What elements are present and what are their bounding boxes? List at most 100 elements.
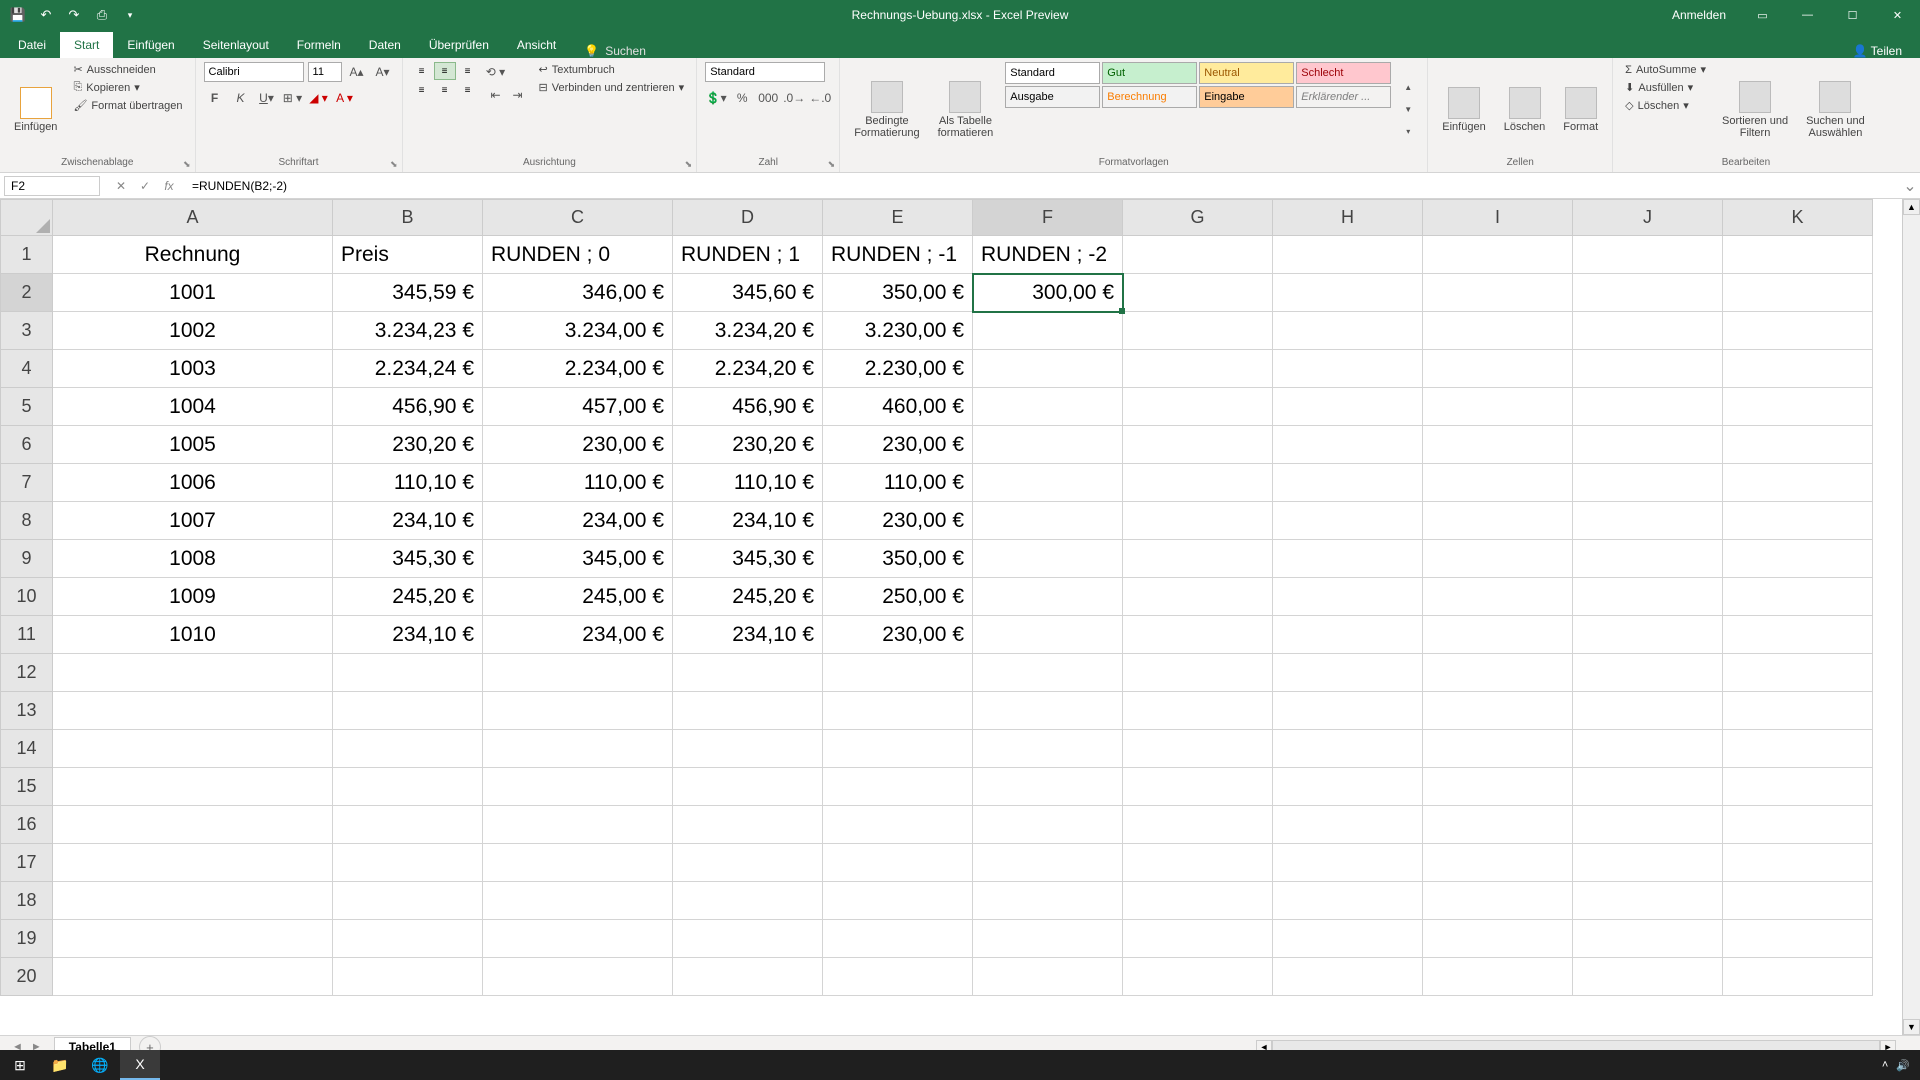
file-explorer-icon[interactable]: 📁 <box>40 1050 80 1080</box>
cell[interactable]: 350,00 € <box>823 540 973 578</box>
cell[interactable]: 230,00 € <box>483 426 673 464</box>
cell[interactable] <box>1723 502 1873 540</box>
cell[interactable] <box>1423 540 1573 578</box>
cell[interactable] <box>973 502 1123 540</box>
cell[interactable] <box>1723 768 1873 806</box>
cell[interactable] <box>1573 426 1723 464</box>
cell[interactable] <box>1273 844 1423 882</box>
cell[interactable] <box>673 844 823 882</box>
row-header[interactable]: 7 <box>1 464 53 502</box>
cell[interactable]: 1005 <box>53 426 333 464</box>
conditional-format-button[interactable]: Bedingte Formatierung <box>848 62 925 157</box>
cell[interactable]: 234,10 € <box>333 502 483 540</box>
orientation-button[interactable]: ⟲ ▾ <box>485 62 507 82</box>
cell[interactable] <box>1723 540 1873 578</box>
format-painter-button[interactable]: 🖌Format übertragen <box>69 98 186 113</box>
cell[interactable] <box>1123 768 1273 806</box>
cell[interactable] <box>823 958 973 996</box>
cell[interactable] <box>823 920 973 958</box>
select-all-corner[interactable] <box>1 200 53 236</box>
cell[interactable]: 1004 <box>53 388 333 426</box>
cell[interactable] <box>1273 730 1423 768</box>
cell[interactable] <box>1723 806 1873 844</box>
cell[interactable] <box>1573 464 1723 502</box>
cell[interactable] <box>1123 274 1273 312</box>
cell[interactable] <box>1723 616 1873 654</box>
cell[interactable]: 234,00 € <box>483 616 673 654</box>
decrease-decimal-button[interactable]: ←.0 <box>809 88 831 108</box>
cell[interactable] <box>1423 616 1573 654</box>
cell[interactable] <box>823 654 973 692</box>
style-eingabe[interactable]: Eingabe <box>1199 86 1294 108</box>
column-header[interactable]: B <box>333 200 483 236</box>
cell[interactable]: 457,00 € <box>483 388 673 426</box>
increase-decimal-button[interactable]: .0→ <box>783 88 805 108</box>
tab-formulas[interactable]: Formeln <box>283 32 355 58</box>
cell[interactable]: 1001 <box>53 274 333 312</box>
cell[interactable] <box>973 540 1123 578</box>
styles-more-up-icon[interactable]: ▲ <box>1397 78 1419 98</box>
cell[interactable]: 1009 <box>53 578 333 616</box>
cell[interactable] <box>1573 312 1723 350</box>
clipboard-launcher-icon[interactable]: ⬊ <box>183 159 191 170</box>
cell[interactable] <box>1423 920 1573 958</box>
cell[interactable]: 346,00 € <box>483 274 673 312</box>
row-header[interactable]: 3 <box>1 312 53 350</box>
column-header[interactable]: A <box>53 200 333 236</box>
cell[interactable]: 234,10 € <box>673 502 823 540</box>
row-header[interactable]: 14 <box>1 730 53 768</box>
cell[interactable] <box>1273 464 1423 502</box>
cell[interactable]: 245,20 € <box>333 578 483 616</box>
tab-layout[interactable]: Seitenlayout <box>189 32 283 58</box>
format-table-button[interactable]: Als Tabelle formatieren <box>932 62 1000 157</box>
cell[interactable]: 230,00 € <box>823 616 973 654</box>
cell[interactable] <box>1123 692 1273 730</box>
cell[interactable] <box>1123 920 1273 958</box>
number-launcher-icon[interactable]: ⬊ <box>828 159 836 170</box>
cell[interactable] <box>1423 426 1573 464</box>
cell[interactable] <box>1423 274 1573 312</box>
comma-button[interactable]: 000 <box>757 88 779 108</box>
align-middle-button[interactable]: ≡ <box>434 62 456 80</box>
percent-button[interactable]: % <box>731 88 753 108</box>
cell[interactable] <box>483 806 673 844</box>
formula-input[interactable] <box>186 177 1900 195</box>
cell[interactable] <box>1723 388 1873 426</box>
insert-cells-button[interactable]: Einfügen <box>1436 62 1491 157</box>
style-gut[interactable]: Gut <box>1102 62 1197 84</box>
cell[interactable] <box>333 958 483 996</box>
column-header[interactable]: J <box>1573 200 1723 236</box>
row-header[interactable]: 6 <box>1 426 53 464</box>
cell[interactable] <box>1123 350 1273 388</box>
cell[interactable] <box>333 882 483 920</box>
tab-file[interactable]: Datei <box>4 32 60 58</box>
cell[interactable] <box>333 806 483 844</box>
cell[interactable] <box>1423 236 1573 274</box>
cell[interactable] <box>483 654 673 692</box>
cell[interactable] <box>1423 464 1573 502</box>
row-header[interactable]: 19 <box>1 920 53 958</box>
cell[interactable]: 110,10 € <box>333 464 483 502</box>
column-header[interactable]: H <box>1273 200 1423 236</box>
cell[interactable] <box>53 882 333 920</box>
delete-cells-button[interactable]: Löschen <box>1498 62 1552 157</box>
cell[interactable] <box>1123 312 1273 350</box>
cell[interactable] <box>333 920 483 958</box>
column-header[interactable]: E <box>823 200 973 236</box>
cell[interactable] <box>483 958 673 996</box>
cell[interactable] <box>1573 350 1723 388</box>
cell[interactable] <box>1273 426 1423 464</box>
cell[interactable] <box>1723 312 1873 350</box>
row-header[interactable]: 20 <box>1 958 53 996</box>
bold-button[interactable]: F <box>204 88 226 108</box>
cell[interactable] <box>1573 692 1723 730</box>
cell[interactable] <box>1423 312 1573 350</box>
row-header[interactable]: 16 <box>1 806 53 844</box>
fill-color-button[interactable]: ◢ ▾ <box>308 88 330 108</box>
cell[interactable] <box>1123 958 1273 996</box>
cell[interactable] <box>1423 350 1573 388</box>
cell[interactable] <box>53 730 333 768</box>
cell[interactable] <box>333 654 483 692</box>
cell[interactable]: 245,20 € <box>673 578 823 616</box>
row-header[interactable]: 12 <box>1 654 53 692</box>
